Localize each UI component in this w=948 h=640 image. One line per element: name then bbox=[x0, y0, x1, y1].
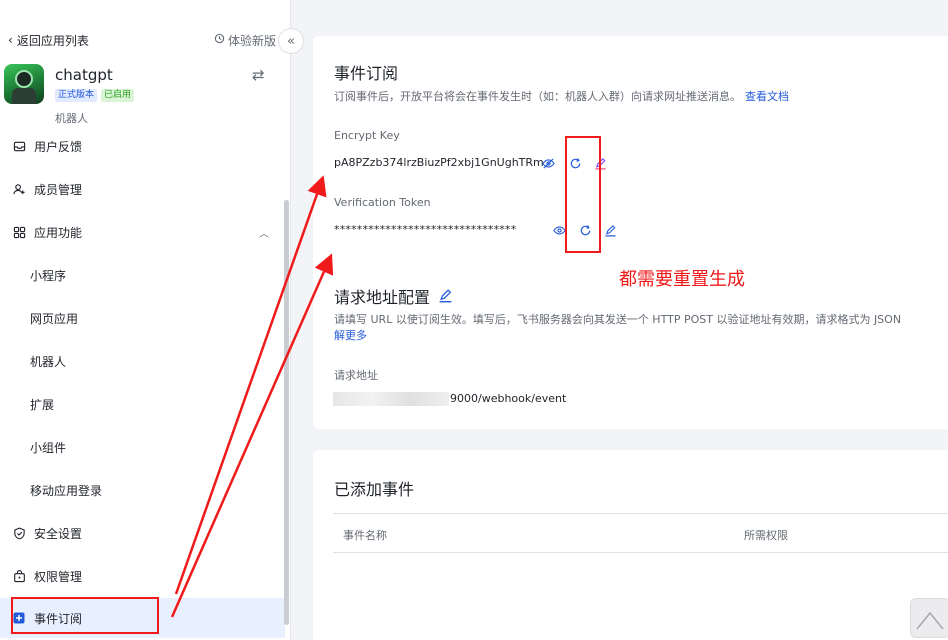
verification-token-label: Verification Token bbox=[334, 196, 431, 209]
chevron-left-icon: ‹ bbox=[8, 33, 13, 47]
user-add-icon bbox=[12, 182, 26, 196]
verification-token-value: ******************************** bbox=[334, 223, 517, 236]
sidebar: ‹ 返回应用列表 体验新版 chatgpt ⇄ 正式版本 已启用 机器人 用户反… bbox=[0, 0, 291, 640]
switch-app-icon[interactable]: ⇄ bbox=[252, 66, 265, 84]
app-name: chatgpt bbox=[55, 66, 113, 84]
sidebar-scrollbar[interactable] bbox=[284, 200, 289, 625]
encrypt-key-label: Encrypt Key bbox=[334, 129, 400, 142]
sidebar-item-label: 安全设置 bbox=[34, 526, 83, 541]
sidebar-item-label: 机器人 bbox=[30, 354, 67, 369]
collapse-sidebar-button[interactable]: « bbox=[278, 28, 304, 54]
sidebar-item-permissions[interactable]: 权限管理 bbox=[0, 556, 285, 596]
column-header-permissions: 所需权限 bbox=[744, 529, 788, 542]
sidebar-item-widget[interactable]: 小组件 bbox=[0, 427, 285, 467]
shield-icon bbox=[12, 526, 26, 540]
sidebar-item-members[interactable]: 成员管理 bbox=[0, 169, 285, 209]
desc-text: 订阅事件后，开放平台将会在事件发生时（如：机器人入群）向请求网址推送消息。 bbox=[334, 90, 741, 103]
app-type-label: 机器人 bbox=[55, 112, 88, 125]
app-avatar bbox=[4, 64, 44, 104]
redacted-host bbox=[333, 392, 449, 406]
annotation-box-event-subscription bbox=[11, 597, 159, 634]
request-config-title: 请求地址配置 bbox=[334, 288, 431, 307]
sidebar-item-web-app[interactable]: 网页应用 bbox=[0, 298, 285, 338]
status-badge: 已启用 bbox=[101, 89, 135, 102]
sidebar-item-label: 小程序 bbox=[30, 268, 67, 283]
annotation-box-reset-icons bbox=[565, 136, 601, 253]
view-docs-link[interactable]: 查看文档 bbox=[745, 90, 789, 103]
column-header-event-name: 事件名称 bbox=[343, 529, 387, 542]
request-config-desc: 请填写 URL 以使订阅生效。填写后，飞书服务器会向其发送一个 HTTP POS… bbox=[334, 313, 902, 326]
annotation-text: 都需要重置生成 bbox=[619, 269, 745, 290]
inbox-icon bbox=[12, 139, 26, 153]
event-subscription-title: 事件订阅 bbox=[334, 64, 399, 83]
sidebar-item-label: 权限管理 bbox=[34, 569, 83, 584]
sidebar-item-label: 成员管理 bbox=[34, 182, 83, 197]
chevron-up-icon bbox=[916, 611, 944, 630]
sidebar-item-mini-program[interactable]: 小程序 bbox=[0, 255, 285, 295]
history-icon bbox=[214, 33, 225, 47]
events-table-header: 事件名称 所需权限 bbox=[333, 513, 948, 553]
sidebar-item-label: 应用功能 bbox=[34, 225, 83, 240]
sidebar-header: ‹ 返回应用列表 体验新版 bbox=[8, 30, 276, 50]
back-to-app-list-link[interactable]: ‹ 返回应用列表 bbox=[8, 32, 89, 49]
scroll-top-button[interactable] bbox=[910, 598, 948, 638]
sidebar-item-bot[interactable]: 机器人 bbox=[0, 341, 285, 381]
sidebar-item-security[interactable]: 安全设置 bbox=[0, 513, 285, 553]
app-header: chatgpt ⇄ 正式版本 已启用 机器人 bbox=[4, 62, 274, 125]
added-events-title: 已添加事件 bbox=[334, 480, 415, 499]
sidebar-item-extension[interactable]: 扩展 bbox=[0, 384, 285, 424]
eye-icon[interactable] bbox=[552, 223, 566, 237]
lock-icon bbox=[12, 569, 26, 583]
version-badge: 正式版本 bbox=[55, 89, 98, 102]
sidebar-item-app-features[interactable]: 应用功能 ︿ bbox=[0, 212, 285, 252]
request-url-value: 9000/webhook/event bbox=[450, 392, 567, 405]
app-badges: 正式版本 已启用 bbox=[55, 89, 135, 102]
sidebar-item-label: 扩展 bbox=[30, 397, 55, 412]
eye-off-icon[interactable] bbox=[541, 156, 555, 170]
event-subscription-desc: 订阅事件后，开放平台将会在事件发生时（如：机器人入群）向请求网址推送消息。 查看文… bbox=[334, 89, 944, 105]
sidebar-item-mobile-login[interactable]: 移动应用登录 bbox=[0, 470, 285, 510]
sidebar-item-label: 用户反馈 bbox=[34, 139, 83, 154]
sidebar-item-label: 小组件 bbox=[30, 440, 67, 455]
encrypt-key-value: pA8PZzb374lrzBiuzPf2xbj1GnUghTRm bbox=[334, 156, 544, 169]
sidebar-item-label: 网页应用 bbox=[30, 311, 79, 326]
edit-verification-token-icon[interactable] bbox=[603, 223, 617, 237]
sidebar-item-feedback[interactable]: 用户反馈 bbox=[0, 126, 285, 166]
try-new-label: 体验新版 bbox=[227, 33, 276, 48]
double-chevron-left-icon: « bbox=[287, 33, 295, 49]
request-url-label: 请求地址 bbox=[334, 369, 378, 382]
grid-icon bbox=[12, 225, 26, 239]
sidebar-item-label: 移动应用登录 bbox=[30, 483, 103, 498]
learn-more-link[interactable]: 解更多 bbox=[334, 328, 367, 344]
try-new-version-link[interactable]: 体验新版 bbox=[214, 32, 276, 49]
back-label: 返回应用列表 bbox=[16, 33, 89, 48]
edit-request-url-icon[interactable] bbox=[437, 287, 453, 303]
chevron-up-icon: ︿ bbox=[259, 228, 269, 240]
